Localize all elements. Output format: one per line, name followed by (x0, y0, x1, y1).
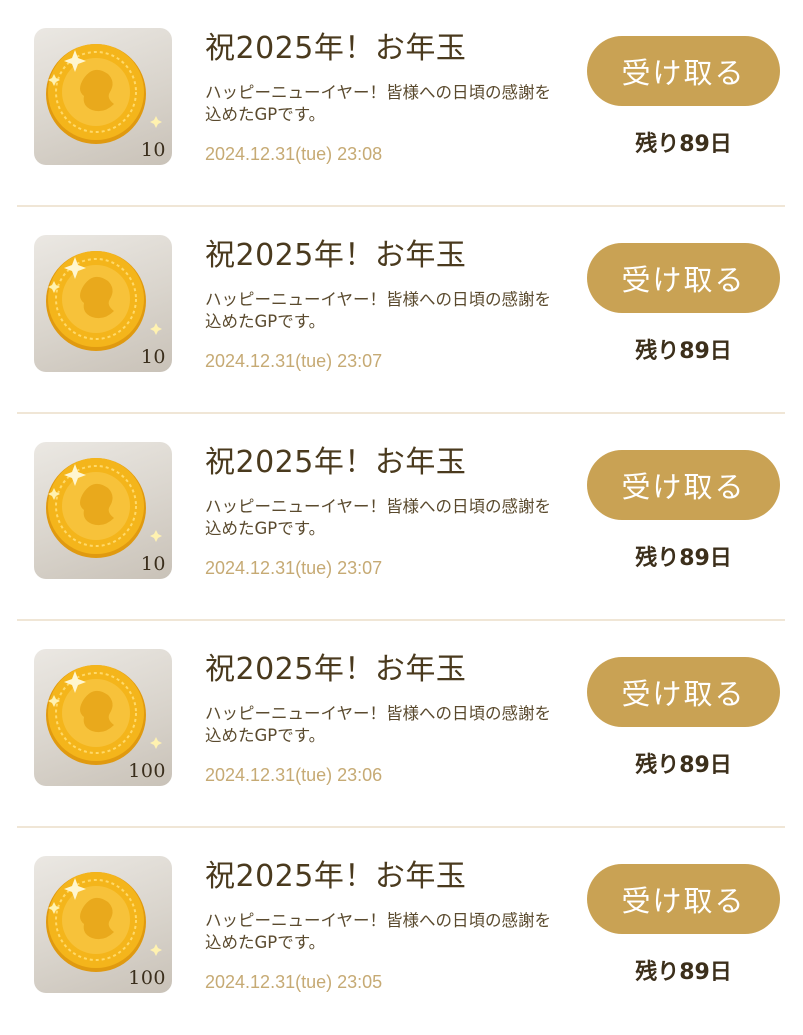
gift-description: ハッピーニューイヤー！皆様への日頃の感謝を込めたGPです。 (205, 290, 552, 331)
gift-item: 10 祝2025年！お年玉 ハッピーニューイヤー！皆様への日頃の感謝を込めたGP… (0, 0, 803, 207)
gift-title: 祝2025年！お年玉 (205, 652, 467, 687)
gift-title: 祝2025年！お年玉 (205, 445, 467, 480)
gift-title: 祝2025年！お年玉 (205, 238, 467, 273)
gift-description: ハッピーニューイヤー！皆様への日頃の感謝を込めたGPです。 (205, 497, 552, 538)
receive-button[interactable]: 受け取る (587, 243, 780, 313)
gift-title: 祝2025年！お年玉 (205, 859, 467, 894)
coin-amount: 10 (140, 139, 166, 161)
gift-thumbnail: 10 (34, 28, 172, 165)
receive-button[interactable]: 受け取る (587, 657, 780, 727)
gift-date: 2024.12.31(tue) 23:05 (205, 972, 383, 992)
remaining-days: 残り89日 (635, 960, 732, 985)
gift-thumbnail: 10 (34, 235, 172, 372)
gift-thumbnail: 100 (34, 856, 172, 993)
receive-button[interactable]: 受け取る (587, 864, 780, 934)
remaining-days: 残り89日 (635, 753, 732, 778)
gift-list: 10 祝2025年！お年玉 ハッピーニューイヤー！皆様への日頃の感謝を込めたGP… (0, 0, 803, 1035)
gift-thumbnail: 100 (34, 649, 172, 786)
coin-amount: 10 (140, 346, 166, 368)
remaining-days: 残り89日 (635, 132, 732, 157)
receive-button[interactable]: 受け取る (587, 450, 780, 520)
gift-date: 2024.12.31(tue) 23:07 (205, 558, 383, 578)
gift-title: 祝2025年！お年玉 (205, 31, 467, 66)
remaining-days: 残り89日 (635, 546, 732, 571)
gift-date: 2024.12.31(tue) 23:07 (205, 351, 383, 371)
gift-description: ハッピーニューイヤー！皆様への日頃の感謝を込めたGPです。 (205, 911, 552, 952)
remaining-days: 残り89日 (635, 339, 732, 364)
gift-description: ハッピーニューイヤー！皆様への日頃の感謝を込めたGPです。 (205, 704, 552, 745)
gift-item: 10 祝2025年！お年玉 ハッピーニューイヤー！皆様への日頃の感謝を込めたGP… (0, 207, 803, 414)
gift-item: 10 祝2025年！お年玉 ハッピーニューイヤー！皆様への日頃の感謝を込めたGP… (0, 414, 803, 621)
gift-item: 100 祝2025年！お年玉 ハッピーニューイヤー！皆様への日頃の感謝を込めたG… (0, 828, 803, 1035)
coin-amount: 10 (140, 553, 166, 575)
gift-item: 100 祝2025年！お年玉 ハッピーニューイヤー！皆様への日頃の感謝を込めたG… (0, 621, 803, 828)
coin-amount: 100 (128, 760, 166, 782)
gift-description: ハッピーニューイヤー！皆様への日頃の感謝を込めたGPです。 (205, 83, 552, 124)
gift-date: 2024.12.31(tue) 23:06 (205, 765, 383, 785)
receive-button[interactable]: 受け取る (587, 36, 780, 106)
gift-date: 2024.12.31(tue) 23:08 (205, 144, 383, 164)
gift-thumbnail: 10 (34, 442, 172, 579)
coin-amount: 100 (128, 967, 166, 989)
